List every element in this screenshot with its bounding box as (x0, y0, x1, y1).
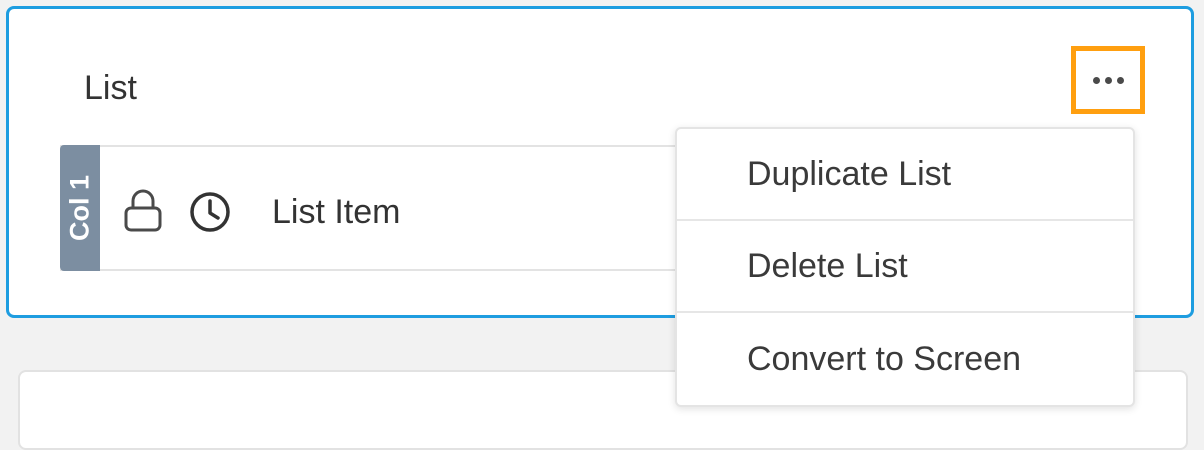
more-horizontal-icon (1092, 76, 1124, 84)
more-options-button[interactable] (1071, 46, 1145, 114)
lock-icon[interactable] (124, 188, 162, 232)
list-options-menu: Duplicate List Delete List Convert to Sc… (675, 127, 1135, 407)
convert-to-screen-menu-item[interactable]: Convert to Screen (677, 313, 1133, 405)
delete-list-menu-item[interactable]: Delete List (677, 221, 1133, 313)
list-title: List (84, 69, 137, 107)
clock-icon[interactable] (189, 191, 231, 233)
duplicate-list-menu-item[interactable]: Duplicate List (677, 129, 1133, 221)
column-tab: Col 1 (60, 145, 100, 271)
column-tab-label: Col 1 (64, 174, 95, 242)
list-item-label: List Item (272, 193, 401, 231)
